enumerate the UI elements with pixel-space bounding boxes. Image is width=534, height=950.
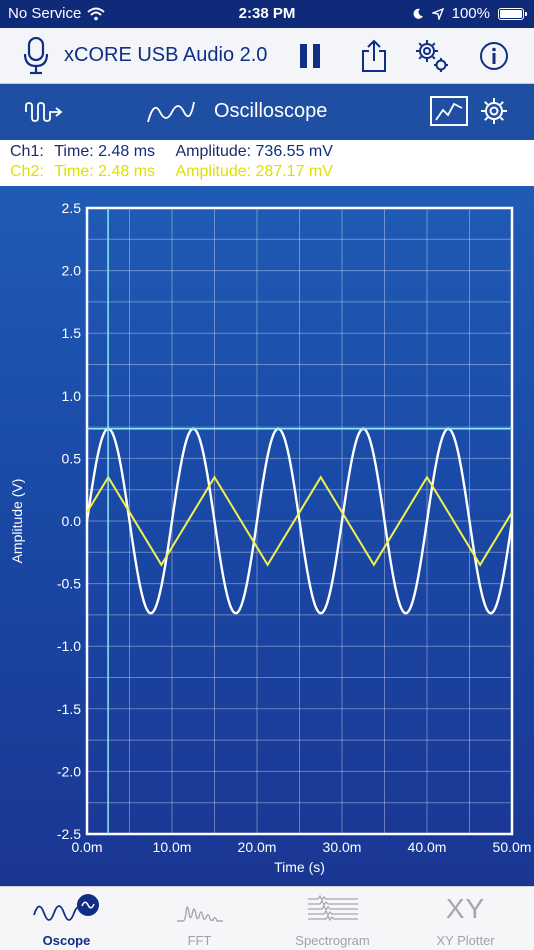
tab-xy-plotter[interactable]: XY XY Plotter [399,887,532,950]
scope-header: Oscilloscope [0,84,534,140]
ch2-amp-value: 287.17 mV [255,163,333,180]
tab-spectrogram-label: Spectrogram [295,933,370,948]
y-tick-label: 1.5 [62,325,82,341]
x-tick-label: 30.0m [323,839,362,855]
scope-settings-icon[interactable] [479,96,509,126]
y-tick-label: 0.5 [62,450,82,466]
x-tick-label: 40.0m [408,839,447,855]
ch1-label: Ch1: [10,143,44,160]
fft-icon [176,906,223,922]
y-tick-label: -2.0 [57,763,81,779]
tab-bar: Oscope FFT Spectrogram XY XY Plotter [0,886,534,950]
ch1-readout: Ch1: Time: 2.48 ms Amplitude: 736.55 mV [10,143,333,163]
top-toolbar: xCORE USB Audio 2.0 [0,28,534,84]
y-tick-label: 1.0 [62,388,82,404]
ch2-label: Ch2: [10,163,44,180]
tab-oscope-label: Oscope [42,933,91,948]
tab-oscope[interactable]: Oscope [0,887,133,950]
info-icon [480,42,508,70]
battery-percent: 100% [451,5,490,22]
status-bar: No Service 2:38 PM 100% [0,0,534,28]
signal-source-icon[interactable] [24,98,64,126]
y-tick-label: 2.5 [62,200,82,216]
share-icon [362,39,386,72]
x-tick-label: 10.0m [153,839,192,855]
y-tick-label: -1.5 [57,701,81,717]
oscope-icon [32,894,99,921]
tab-spectrogram[interactable]: Spectrogram [266,887,399,950]
tab-fft[interactable]: FFT [133,887,266,950]
info-button[interactable] [474,36,514,76]
battery-icon [498,7,527,20]
x-tick-label: 20.0m [238,839,277,855]
gears-icon [416,40,448,72]
x-tick-label: 0.0m [71,839,102,855]
x-tick-label: 50.0m [493,839,532,855]
ch2-amp-label: Amplitude: [175,163,252,180]
status-right: 100% [412,5,527,22]
ch1-time-value: 2.48 ms [98,143,156,160]
chart-display-icon[interactable] [430,96,468,126]
microphone-icon[interactable] [16,36,56,76]
y-tick-label: -0.5 [57,576,81,592]
share-button[interactable] [354,36,394,76]
spectrogram-icon [307,894,358,922]
ch2-time-label: Time: [54,163,94,180]
tab-fft-label: FFT [187,933,212,948]
xy-plotter-icon: XY [445,893,486,924]
plot-svg[interactable]: 2.52.01.51.00.50.0-0.5-1.0-1.5-2.0-2.50.… [0,186,534,886]
cursor-readout: Ch1: Time: 2.48 ms Amplitude: 736.55 mV … [0,140,534,186]
settings-button[interactable] [412,36,452,76]
sine-wave-icon [147,101,195,123]
ch1-amp-value: 736.55 mV [255,143,333,160]
moon-icon [413,8,423,19]
pause-icon [300,44,320,68]
location-arrow-icon [431,7,444,20]
y-tick-label: 2.0 [62,263,82,279]
tab-xy-plotter-label: XY Plotter [436,933,495,948]
ch2-time-value: 2.48 ms [98,163,156,180]
y-tick-label: 0.0 [62,513,82,529]
x-axis-label: Time (s) [274,859,325,875]
y-axis-label: Amplitude (V) [9,479,25,564]
y-tick-label: -1.0 [57,638,81,654]
device-title: xCORE USB Audio 2.0 [64,44,268,66]
scope-title: Oscilloscope [214,100,328,122]
ch1-time-label: Time: [54,143,94,160]
pause-button[interactable] [290,36,330,76]
ch1-amp-label: Amplitude: [175,143,252,160]
oscilloscope-plot[interactable]: 2.5 2.0 1.5 1.0 0.5 0.0 -0.5 -1.0 -1.5 -2.0 -2.5 0.… [0,186,534,886]
ch2-readout: Ch2: Time: 2.48 ms Amplitude: 287.17 mV [10,163,333,183]
